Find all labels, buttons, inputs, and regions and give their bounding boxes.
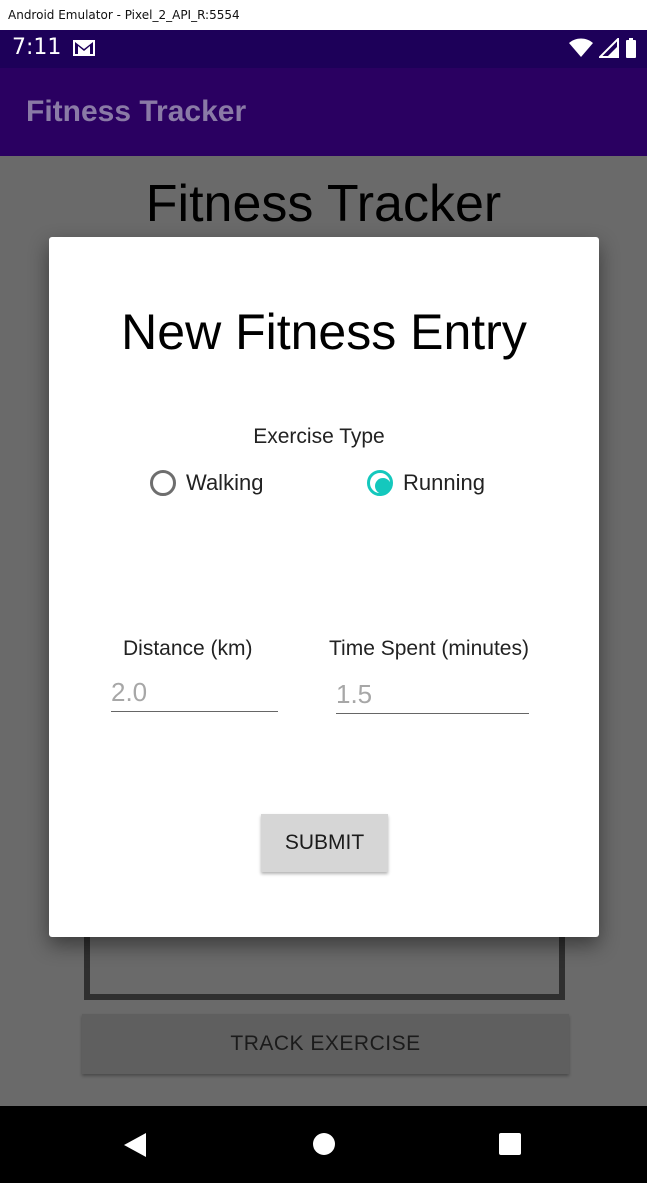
background-heading: Fitness Tracker [145, 175, 502, 233]
emulator-window-title: Android Emulator - Pixel_2_API_R:5554 [0, 0, 647, 30]
signal-icon [597, 36, 619, 63]
navigation-bar [0, 1106, 647, 1183]
submit-button[interactable]: SUBMIT [261, 814, 388, 872]
distance-input[interactable] [111, 674, 278, 712]
radio-walking-indicator[interactable] [150, 470, 176, 496]
radio-running[interactable]: Running [367, 470, 485, 496]
battery-icon [625, 38, 637, 63]
home-icon[interactable] [312, 1132, 336, 1161]
app-bar: Fitness Tracker [0, 68, 647, 156]
status-icons [569, 36, 637, 63]
back-icon[interactable] [122, 1132, 148, 1163]
dialog-title: New Fitness Entry [121, 304, 527, 360]
status-time: 7:11 [12, 35, 62, 60]
radio-running-label: Running [403, 470, 485, 495]
time-spent-label: Time Spent (minutes) [329, 637, 529, 660]
status-bar: 7:11 [0, 30, 647, 68]
app-bar-title: Fitness Tracker [26, 95, 247, 128]
recent-apps-icon[interactable] [498, 1132, 522, 1161]
radio-running-indicator[interactable] [367, 470, 393, 496]
wifi-icon [569, 38, 593, 63]
time-spent-input[interactable] [336, 676, 529, 714]
exercise-type-label: Exercise Type [253, 425, 385, 448]
radio-walking-label: Walking [186, 470, 264, 495]
distance-label: Distance (km) [123, 637, 253, 660]
gmail-icon [72, 38, 96, 63]
new-entry-dialog: New Fitness Entry Exercise Type Walking … [49, 237, 599, 937]
track-exercise-button[interactable]: TRACK EXERCISE [82, 1014, 569, 1074]
radio-walking[interactable]: Walking [150, 470, 263, 496]
